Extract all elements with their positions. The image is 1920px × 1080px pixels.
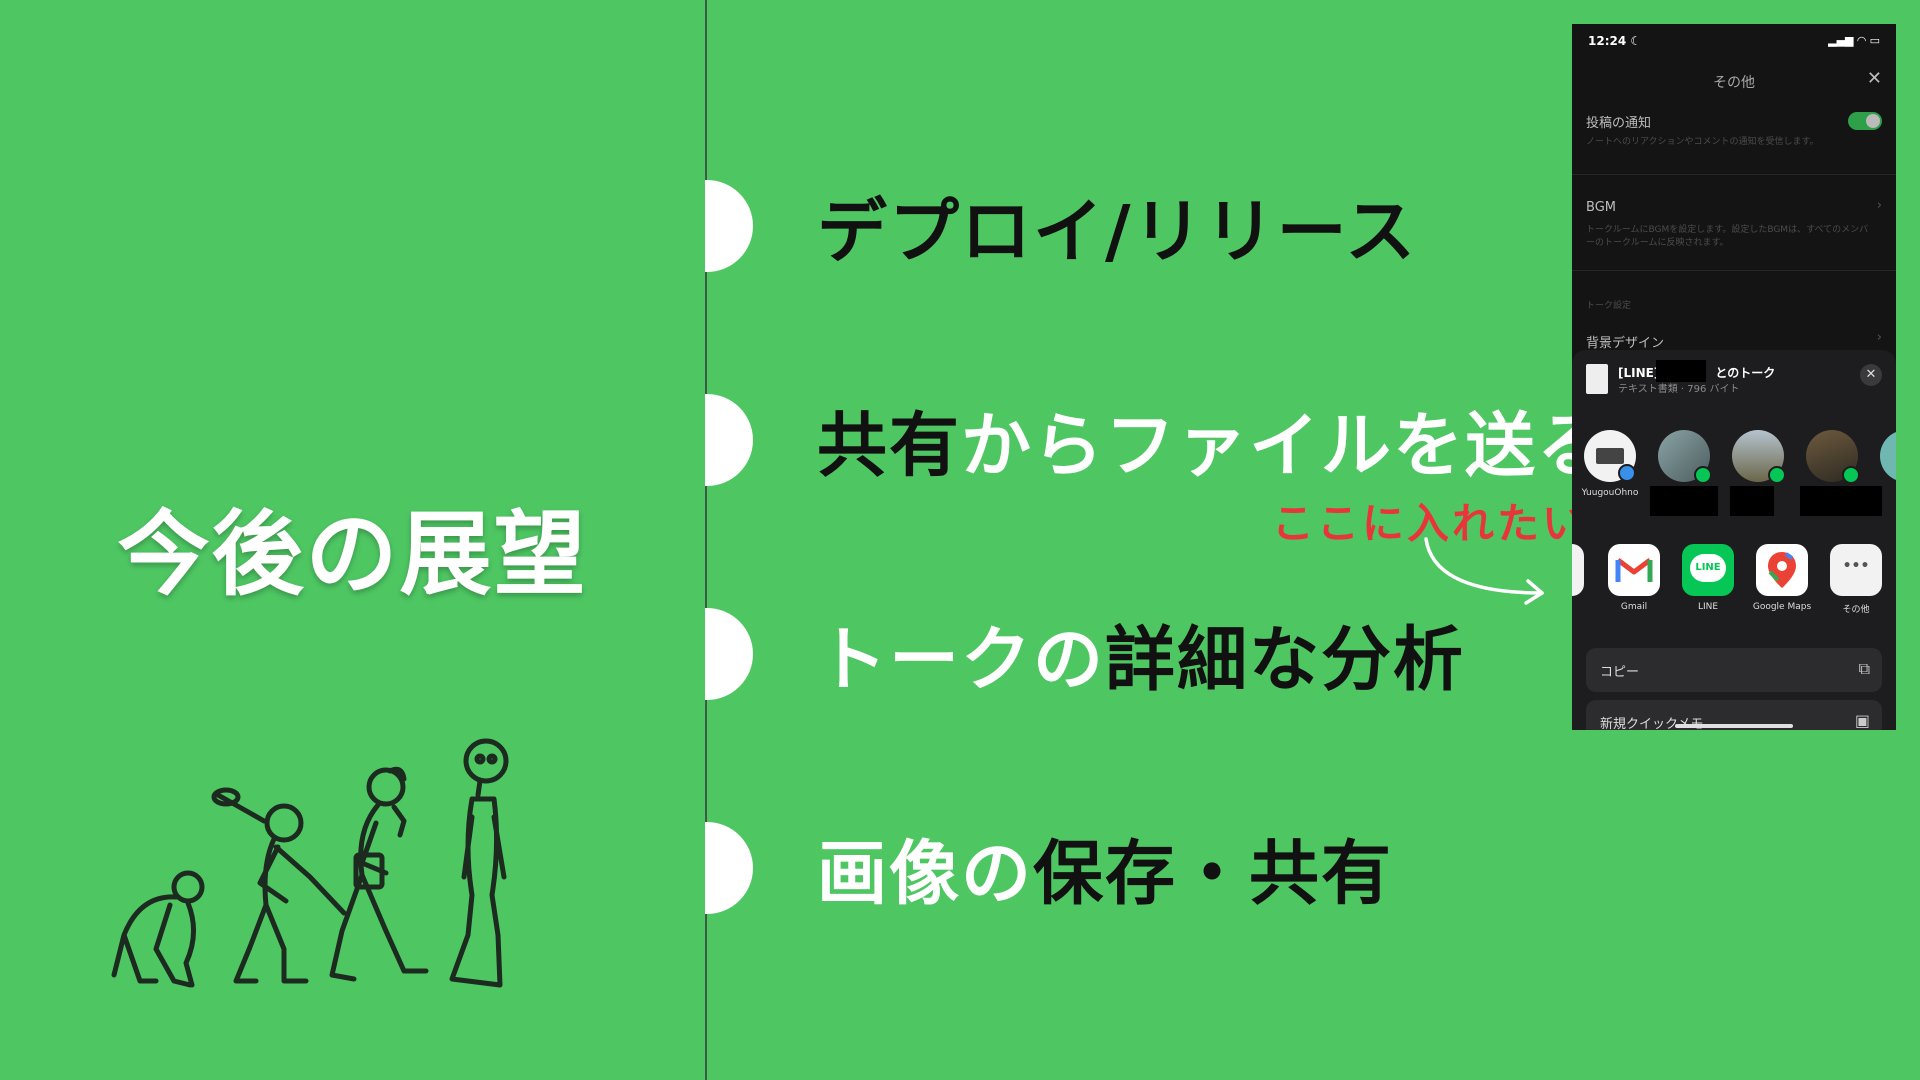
status-icons: ▂▄▆ ◠ ▭ — [1828, 34, 1880, 47]
laptop-icon — [1596, 448, 1624, 464]
phone-screenshot: 12:24 ☾ ▂▄▆ ◠ ▭ その他 ✕ 投稿の通知 ノートへのリアクションや… — [1572, 24, 1896, 730]
google-maps-icon[interactable] — [1756, 544, 1808, 596]
chevron-right-icon: › — [1876, 330, 1882, 345]
notify-label: 投稿の通知 — [1586, 116, 1652, 131]
notify-description: ノートへのリアクションやコメントの通知を受信します。 — [1586, 137, 1819, 147]
roadmap-item-text: トークの詳細な分析 — [817, 618, 1465, 701]
copy-icon: ⧉ — [1858, 659, 1870, 678]
section-label: トーク設定 — [1586, 301, 1632, 311]
quick-note-icon: ▣ — [1854, 711, 1870, 730]
line-badge-icon — [1842, 466, 1860, 484]
redaction-bar — [1650, 486, 1718, 516]
home-indicator — [1675, 724, 1793, 728]
contact-avatar[interactable] — [1880, 430, 1896, 482]
line-logo: LINE — [1690, 554, 1726, 582]
gmail-icon[interactable] — [1608, 544, 1660, 596]
action-label: コピー — [1600, 665, 1640, 680]
status-time: 12:24 ☾ — [1588, 34, 1642, 48]
bullet-marker — [705, 822, 753, 914]
bgm-description: トークルームにBGMを設定します。設定したBGMは、すべてのメンバーのトークルー… — [1586, 225, 1869, 248]
settings-title: その他 — [1713, 75, 1755, 91]
panel-divider — [705, 0, 707, 1080]
bullet-marker — [705, 394, 753, 486]
copy-action[interactable]: コピー ⧉ — [1586, 648, 1882, 692]
gmail-logo — [1615, 558, 1653, 582]
separator — [1572, 174, 1896, 175]
background-design-label[interactable]: 背景デザイン — [1586, 332, 1664, 351]
share-close-button[interactable]: ✕ — [1860, 364, 1882, 386]
redaction-bar — [1656, 360, 1706, 382]
close-icon[interactable]: ✕ — [1867, 68, 1882, 89]
roadmap-item-text: デプロイ/リリース — [817, 190, 1418, 273]
bgm-label[interactable]: BGM — [1586, 200, 1616, 215]
app-label: Gmail — [1620, 602, 1648, 612]
app-label: その他 — [1842, 605, 1870, 615]
bullet-marker — [705, 180, 753, 272]
more-dots: ••• — [1842, 558, 1870, 574]
share-sheet: [LINE] とのトーク テキスト書類 · 796 バイト ✕ YuugouOhn… — [1572, 350, 1896, 730]
redaction-bar — [1800, 486, 1882, 516]
app-label: Google Maps — [1752, 602, 1812, 612]
document-icon — [1586, 364, 1608, 394]
roadmap-item-text: 画像の保存・共有 — [817, 832, 1393, 915]
chevron-right-icon: › — [1876, 198, 1882, 213]
toggle-knob — [1866, 114, 1880, 128]
app-icon-partial[interactable] — [1572, 544, 1584, 596]
share-document-subtitle: テキスト書類 · 796 バイト — [1618, 384, 1740, 395]
notify-toggle[interactable] — [1848, 112, 1882, 130]
bullet-marker — [705, 608, 753, 700]
app-label: LINE — [1697, 602, 1719, 612]
annotation-arrow-icon — [1424, 537, 1544, 605]
contact-avatar[interactable] — [1658, 430, 1712, 484]
line-badge-icon — [1694, 466, 1712, 484]
more-icon[interactable]: ••• — [1830, 544, 1882, 596]
contact-avatar[interactable] — [1732, 430, 1786, 484]
roadmap-item-text: 共有からファイルを送る — [817, 404, 1609, 487]
contact-avatar[interactable] — [1806, 430, 1860, 484]
human-evolution-icon — [111, 738, 509, 988]
line-badge-icon — [1768, 466, 1786, 484]
map-pin-icon — [1768, 552, 1796, 588]
separator — [1572, 270, 1896, 271]
person-label: YuugouOhno — [1581, 488, 1639, 498]
airdrop-badge-icon — [1618, 464, 1636, 482]
line-icon[interactable]: LINE — [1682, 544, 1734, 596]
slide-title: 今後の展望 — [117, 501, 588, 608]
airdrop-person-avatar[interactable] — [1584, 430, 1636, 482]
redaction-bar — [1730, 486, 1774, 516]
